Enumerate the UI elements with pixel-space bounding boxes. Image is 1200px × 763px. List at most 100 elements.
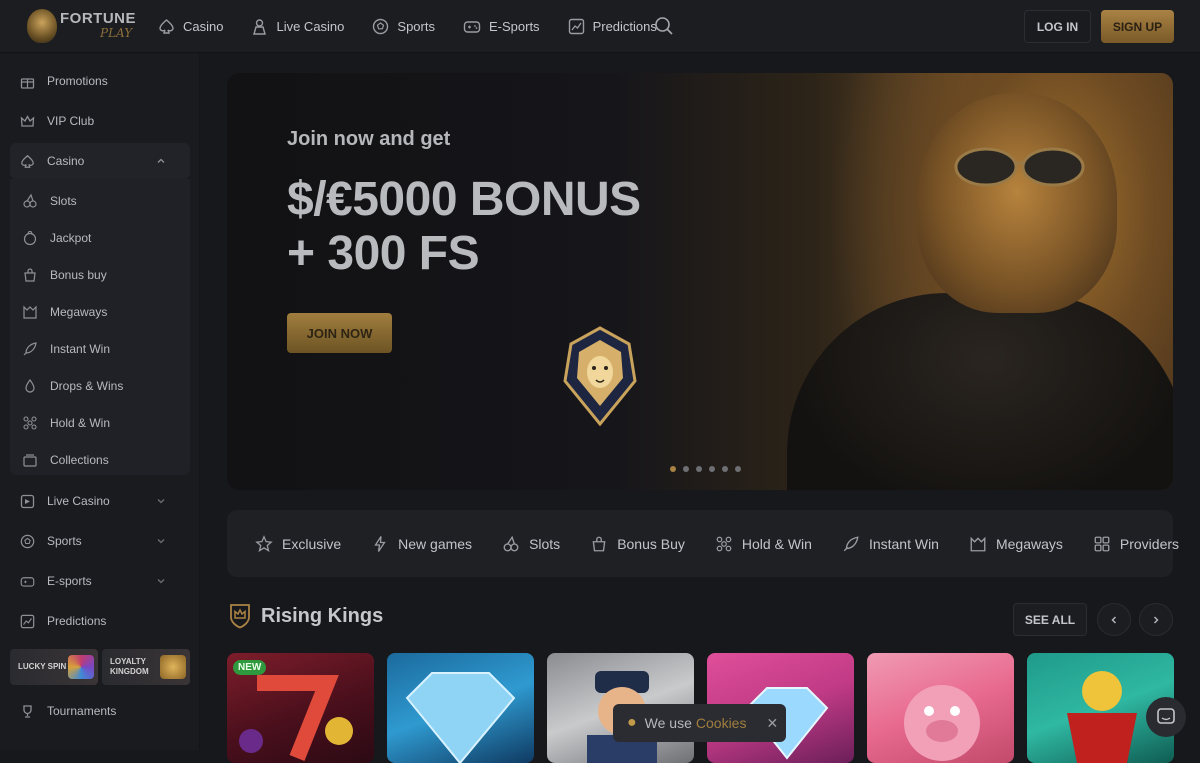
carousel-prev-button[interactable] [1097, 603, 1131, 636]
cookie-text: We use [644, 715, 692, 731]
sidebar-item-label: Sports [47, 534, 82, 548]
chevron-left-icon [1111, 615, 1117, 624]
game-tile[interactable] [867, 653, 1014, 763]
live-chat-button[interactable] [1146, 697, 1186, 737]
join-now-button[interactable]: JOIN NOW [287, 313, 392, 353]
sidebar-item-label: Tournaments [47, 704, 117, 718]
hold-win-icon [716, 536, 732, 551]
nav-predictions-label: Predictions [592, 19, 657, 34]
carousel-dot[interactable] [670, 466, 676, 472]
drops-icon [25, 378, 35, 393]
sidebar-item-promotions[interactable]: Promotions [10, 63, 190, 99]
category-bonus-buy[interactable]: Bonus Buy [590, 535, 685, 553]
submenu-item-megaways[interactable]: Megaways [22, 297, 107, 327]
search-button[interactable] [654, 16, 674, 41]
nav-predictions[interactable]: Predictions [568, 18, 657, 35]
carousel-dot[interactable] [735, 466, 741, 472]
crown-icon [20, 114, 35, 127]
pig-character-art-icon [904, 685, 980, 761]
nav-sports[interactable]: Sports [372, 18, 435, 35]
brand-logo[interactable]: FORTUNE PLAY [27, 8, 137, 44]
hold-win-icon [23, 416, 37, 430]
sidebar-item-esports[interactable]: E-sports [10, 563, 190, 599]
category-exclusive[interactable]: Exclusive [255, 534, 341, 553]
grid-icon [1094, 536, 1110, 551]
category-hold-win[interactable]: Hold & Win [715, 535, 812, 553]
chevron-right-icon [1153, 615, 1159, 624]
nav-casino[interactable]: Casino [158, 18, 223, 35]
submenu-item-drops-wins[interactable]: Drops & Wins [22, 371, 123, 401]
submenu-label: Bonus buy [50, 268, 107, 282]
login-button[interactable]: LOG IN [1024, 10, 1091, 43]
submenu-label: Collections [50, 453, 109, 467]
collections-icon [23, 454, 37, 467]
carousel-dot[interactable] [683, 466, 689, 472]
sidebar-item-sports[interactable]: Sports [10, 523, 190, 559]
trophy-icon [23, 704, 32, 718]
carousel-next-button[interactable] [1139, 603, 1173, 636]
category-label: Providers [1119, 535, 1180, 552]
submenu-label: Drops & Wins [50, 379, 124, 393]
megaways-icon [23, 305, 37, 319]
category-instant-win[interactable]: Instant Win [842, 535, 939, 553]
game-tile[interactable] [387, 653, 534, 763]
carousel-dot[interactable] [709, 466, 715, 472]
category-megaways[interactable]: Megaways [969, 535, 1063, 553]
sidebar-item-label: Casino [47, 154, 85, 168]
jackpot-icon [23, 230, 37, 246]
category-label: Bonus Buy [617, 535, 685, 552]
submenu-label: Hold & Win [50, 416, 111, 430]
submenu-item-slots[interactable]: Slots [22, 186, 77, 216]
brand-name-script: PLAY [100, 26, 133, 40]
sidebar-item-casino[interactable]: Casino [10, 143, 190, 179]
cookie-policy-link[interactable]: Cookies [696, 715, 747, 731]
carousel-dot[interactable] [722, 466, 728, 472]
category-providers[interactable]: Providers [1093, 535, 1179, 553]
sports-ball-icon [373, 18, 389, 35]
chart-icon [20, 614, 35, 628]
bonus-bag-icon [24, 268, 36, 282]
lucky-spin-card[interactable]: LUCKY SPIN [10, 649, 98, 685]
carousel-dot[interactable] [696, 466, 702, 472]
sidebar-item-live-casino[interactable]: Live Casino [10, 483, 190, 519]
rocket-icon [23, 342, 37, 356]
sports-ball-icon [20, 534, 35, 548]
nav-sports-label: Sports [397, 19, 435, 34]
submenu-item-jackpot[interactable]: Jackpot [22, 223, 91, 253]
chevron-down-icon [157, 579, 165, 584]
wheel-art-icon [68, 655, 94, 679]
new-badge: NEW [233, 660, 267, 675]
sidebar-item-label: E-sports [47, 574, 92, 588]
signup-button[interactable]: SIGN UP [1101, 10, 1174, 43]
category-label: Megaways [995, 535, 1063, 552]
top-navigation-bar: FORTUNE PLAY Casino Live Casino Sports E… [0, 0, 1200, 53]
submenu-label: Instant Win [50, 342, 111, 356]
close-icon[interactable]: ✕ [766, 715, 778, 732]
sidebar-item-label: VIP Club [47, 114, 95, 128]
category-new-games[interactable]: New games [371, 535, 472, 553]
carousel-dots [670, 466, 741, 472]
megaways-icon [970, 536, 986, 551]
sidebar-item-tournaments[interactable]: Tournaments [10, 693, 190, 729]
loyalty-kingdom-card[interactable]: LOYALTY KINGDOM [102, 649, 190, 685]
chevron-down-icon [157, 539, 165, 544]
nav-live-casino[interactable]: Live Casino [251, 18, 344, 35]
hero-banner[interactable]: Join now and get $/€5000 BONUS + 300 FS … [227, 73, 1173, 490]
game-tile[interactable]: NEW [227, 653, 374, 763]
sidebar-item-predictions[interactable]: Predictions [10, 603, 190, 639]
submenu-item-collections[interactable]: Collections [22, 445, 109, 475]
submenu-item-bonus-buy[interactable]: Bonus buy [22, 260, 107, 290]
gift-icon [20, 77, 35, 89]
nav-esports[interactable]: E-Sports [463, 18, 540, 35]
sidebar-item-label: Promotions [47, 74, 108, 88]
hero-title-line2: + 300 FS [287, 227, 480, 280]
casino-icon [21, 154, 34, 168]
category-slots[interactable]: Slots [502, 535, 560, 553]
sidebar-item-vip-club[interactable]: VIP Club [10, 103, 190, 139]
submenu-item-instant-win[interactable]: Instant Win [22, 334, 110, 364]
see-all-button[interactable]: SEE ALL [1013, 603, 1087, 636]
cherries-icon [503, 535, 519, 551]
sunglasses-illustration [954, 147, 1085, 187]
submenu-item-hold-win[interactable]: Hold & Win [22, 408, 110, 438]
chevron-down-icon [157, 499, 165, 504]
